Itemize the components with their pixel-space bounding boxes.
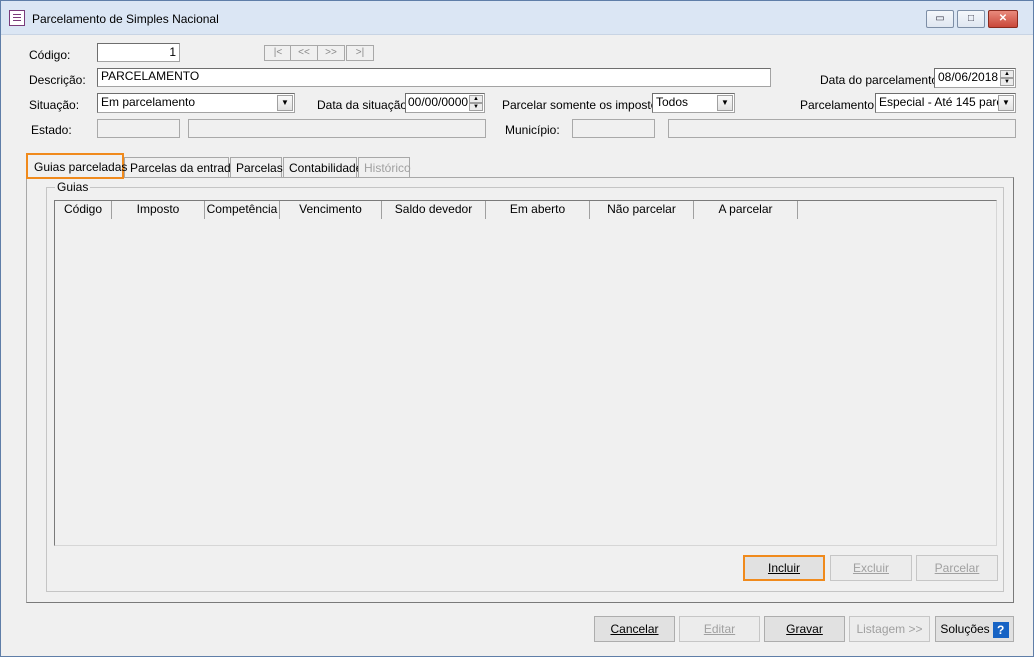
column-header-em-aberto[interactable]: Em aberto bbox=[486, 201, 590, 219]
tab-contabilidade[interactable]: Contabilidade bbox=[283, 157, 362, 177]
solucoes-label: Soluções bbox=[940, 622, 990, 636]
tab-historico: Histórico bbox=[358, 157, 411, 177]
chevron-down-icon[interactable]: ▼ bbox=[277, 95, 293, 111]
codigo-field[interactable]: 1 bbox=[97, 43, 180, 62]
data-parcelamento-value: 08/06/2018 bbox=[938, 70, 999, 84]
data-situacao-value: 00/00/0000 bbox=[408, 95, 469, 109]
window-title: Parcelamento de Simples Nacional bbox=[32, 12, 219, 26]
editar-label: Editar bbox=[703, 622, 736, 636]
situacao-value: Em parcelamento bbox=[101, 95, 196, 109]
incluir-button[interactable]: Incluir bbox=[743, 555, 825, 581]
listagem-button: Listagem >> bbox=[849, 616, 930, 642]
estado-code-field bbox=[97, 119, 180, 138]
first-record-button[interactable]: |< bbox=[264, 45, 292, 61]
title-bar[interactable]: Parcelamento de Simples Nacional ▭ □ ✕ bbox=[1, 1, 1033, 35]
spin-down-icon[interactable]: ▼ bbox=[469, 103, 483, 111]
excluir-label: Excluir bbox=[852, 561, 889, 575]
document-icon bbox=[9, 10, 25, 26]
chevron-down-icon[interactable]: ▼ bbox=[717, 95, 733, 111]
data-situacao-label: Data da situação: bbox=[317, 98, 411, 112]
descricao-field[interactable]: PARCELAMENTO bbox=[97, 68, 771, 87]
column-header-imposto[interactable]: Imposto bbox=[112, 201, 205, 219]
solucoes-button[interactable]: Soluções? bbox=[935, 616, 1014, 642]
parcelar-label: Parcelar bbox=[934, 561, 980, 575]
parcelar-impostos-value: Todos bbox=[656, 95, 689, 109]
parcelar-impostos-select[interactable]: Todos ▼ bbox=[652, 93, 735, 113]
guias-grid-header: Código Imposto Competência Vencimento Sa… bbox=[55, 201, 798, 219]
maximize-button[interactable]: □ bbox=[957, 10, 985, 28]
data-parcelamento-spinner[interactable]: ▲ ▼ bbox=[1000, 70, 1014, 86]
close-button[interactable]: ✕ bbox=[988, 10, 1018, 28]
editar-button: Editar bbox=[679, 616, 760, 642]
parcelamento-value: Especial - Até 145 parcel bbox=[879, 95, 1012, 109]
column-header-vencimento[interactable]: Vencimento bbox=[280, 201, 382, 219]
listagem-label: Listagem >> bbox=[856, 622, 923, 636]
parcelamento-select[interactable]: Especial - Até 145 parcel ▼ bbox=[875, 93, 1016, 113]
cancelar-button[interactable]: Cancelar bbox=[594, 616, 675, 642]
situacao-label: Situação: bbox=[29, 98, 80, 112]
gravar-button[interactable]: Gravar bbox=[764, 616, 845, 642]
column-header-a-parcelar[interactable]: A parcelar bbox=[694, 201, 798, 219]
estado-label: Estado: bbox=[31, 123, 72, 137]
chevron-down-icon[interactable]: ▼ bbox=[998, 95, 1014, 111]
spin-down-icon[interactable]: ▼ bbox=[1000, 78, 1014, 86]
help-icon: ? bbox=[992, 621, 1009, 638]
cancelar-label: Cancelar bbox=[610, 622, 659, 636]
parcelar-button: Parcelar bbox=[916, 555, 998, 581]
gravar-label: Gravar bbox=[786, 622, 823, 636]
estado-name-field bbox=[188, 119, 486, 138]
parcelar-impostos-label: Parcelar somente os impostos: bbox=[502, 98, 667, 112]
column-header-saldo-devedor[interactable]: Saldo devedor bbox=[382, 201, 486, 219]
minimize-button[interactable]: ▭ bbox=[926, 10, 954, 28]
data-situacao-spinner[interactable]: ▲ ▼ bbox=[469, 95, 483, 111]
spin-up-icon[interactable]: ▲ bbox=[1000, 70, 1014, 78]
tab-guias-parceladas[interactable]: Guias parceladas bbox=[26, 153, 127, 179]
column-header-codigo[interactable]: Código bbox=[55, 201, 112, 219]
descricao-label: Descrição: bbox=[29, 73, 86, 87]
guias-parceladas-panel: Guias Código Imposto Competência Vencime… bbox=[26, 177, 1014, 603]
data-parcelamento-label: Data do parcelamento: bbox=[820, 73, 942, 87]
tab-parcelas[interactable]: Parcelas bbox=[230, 157, 283, 177]
guias-groupbox: Guias Código Imposto Competência Vencime… bbox=[46, 180, 1004, 592]
next-record-button[interactable]: >> bbox=[317, 45, 345, 61]
last-record-button[interactable]: >| bbox=[346, 45, 374, 61]
excluir-button: Excluir bbox=[830, 555, 912, 581]
guias-group-title: Guias bbox=[55, 180, 91, 194]
municipio-code-field bbox=[572, 119, 655, 138]
situacao-select[interactable]: Em parcelamento ▼ bbox=[97, 93, 295, 113]
municipio-label: Município: bbox=[505, 123, 560, 137]
tab-parcelas-entrada[interactable]: Parcelas da entrada bbox=[124, 157, 237, 177]
incluir-label: Incluir bbox=[767, 561, 800, 575]
guias-grid[interactable]: Código Imposto Competência Vencimento Sa… bbox=[54, 200, 997, 546]
previous-record-button[interactable]: << bbox=[290, 45, 318, 61]
codigo-label: Código: bbox=[29, 48, 71, 62]
data-situacao-field[interactable]: 00/00/0000 ▲ ▼ bbox=[405, 93, 485, 113]
spin-up-icon[interactable]: ▲ bbox=[469, 95, 483, 103]
column-header-competencia[interactable]: Competência bbox=[205, 201, 280, 219]
municipio-name-field bbox=[668, 119, 1016, 138]
data-parcelamento-field[interactable]: 08/06/2018 ▲ ▼ bbox=[934, 68, 1016, 88]
main-window: Parcelamento de Simples Nacional ▭ □ ✕ C… bbox=[0, 0, 1034, 657]
column-header-nao-parcelar[interactable]: Não parcelar bbox=[590, 201, 694, 219]
parcelamento-label: Parcelamento: bbox=[800, 98, 878, 112]
